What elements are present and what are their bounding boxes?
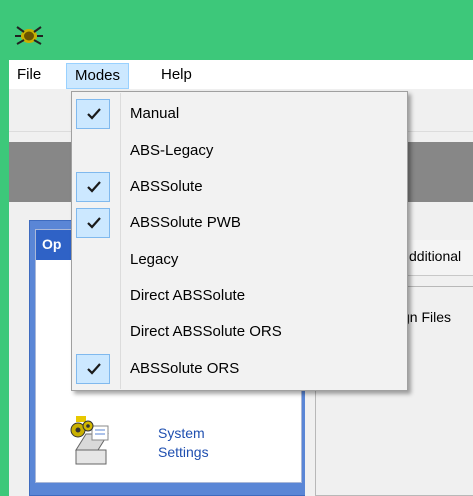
app-bug-icon <box>15 26 43 45</box>
mode-item-direct-abssolute[interactable]: Direct ABSSolute <box>72 278 407 313</box>
mode-item-label: ABSSolute PWB <box>130 214 241 231</box>
mode-item-label: ABSSolute ORS <box>130 360 240 377</box>
system-settings-icon[interactable] <box>68 420 130 470</box>
mode-item-label: Legacy <box>130 251 179 268</box>
modes-dropdown-menu: Manual ABS-Legacy ABSSolute ABSSolute PW… <box>71 91 408 391</box>
mode-item-manual[interactable]: Manual <box>72 96 407 131</box>
title-bar <box>0 0 473 60</box>
menu-help[interactable]: Help <box>153 63 200 89</box>
checked-indicator <box>76 208 110 238</box>
checked-indicator <box>76 354 110 384</box>
checkmark-icon <box>87 181 101 193</box>
mode-item-direct-abssolute-ors[interactable]: Direct ABSSolute ORS <box>72 314 407 349</box>
checked-indicator <box>76 172 110 202</box>
system-settings-label-line1: System <box>158 425 205 441</box>
checkmark-icon <box>87 108 101 120</box>
mode-item-label: Direct ABSSolute ORS <box>130 323 282 340</box>
menu-bar: File Modes Help <box>9 60 473 90</box>
operations-tab-label[interactable]: Op <box>36 230 76 260</box>
mode-item-abs-legacy[interactable]: ABS-Legacy <box>72 133 407 168</box>
additional-tab-label: dditional <box>409 248 462 264</box>
mode-item-legacy[interactable]: Legacy <box>72 242 407 277</box>
system-settings-label-line2: Settings <box>158 444 209 460</box>
checked-indicator <box>76 99 110 129</box>
mode-item-label: Direct ABSSolute <box>130 287 246 304</box>
mode-item-abssolute-ors[interactable]: ABSSolute ORS <box>72 351 407 386</box>
checkmark-icon <box>87 217 101 229</box>
design-files-label: gn Files <box>402 309 452 325</box>
menu-file[interactable]: File <box>9 63 49 89</box>
mode-item-abssolute-pwb[interactable]: ABSSolute PWB <box>72 205 407 240</box>
mode-item-label: ABS-Legacy <box>130 142 214 159</box>
mode-item-abssolute[interactable]: ABSSolute <box>72 169 407 204</box>
mode-item-label: Manual <box>130 105 180 122</box>
mode-item-label: ABSSolute <box>130 178 203 195</box>
checkmark-icon <box>87 363 101 375</box>
menu-modes[interactable]: Modes <box>66 63 130 89</box>
system-settings-link[interactable]: System Settings <box>158 424 238 462</box>
